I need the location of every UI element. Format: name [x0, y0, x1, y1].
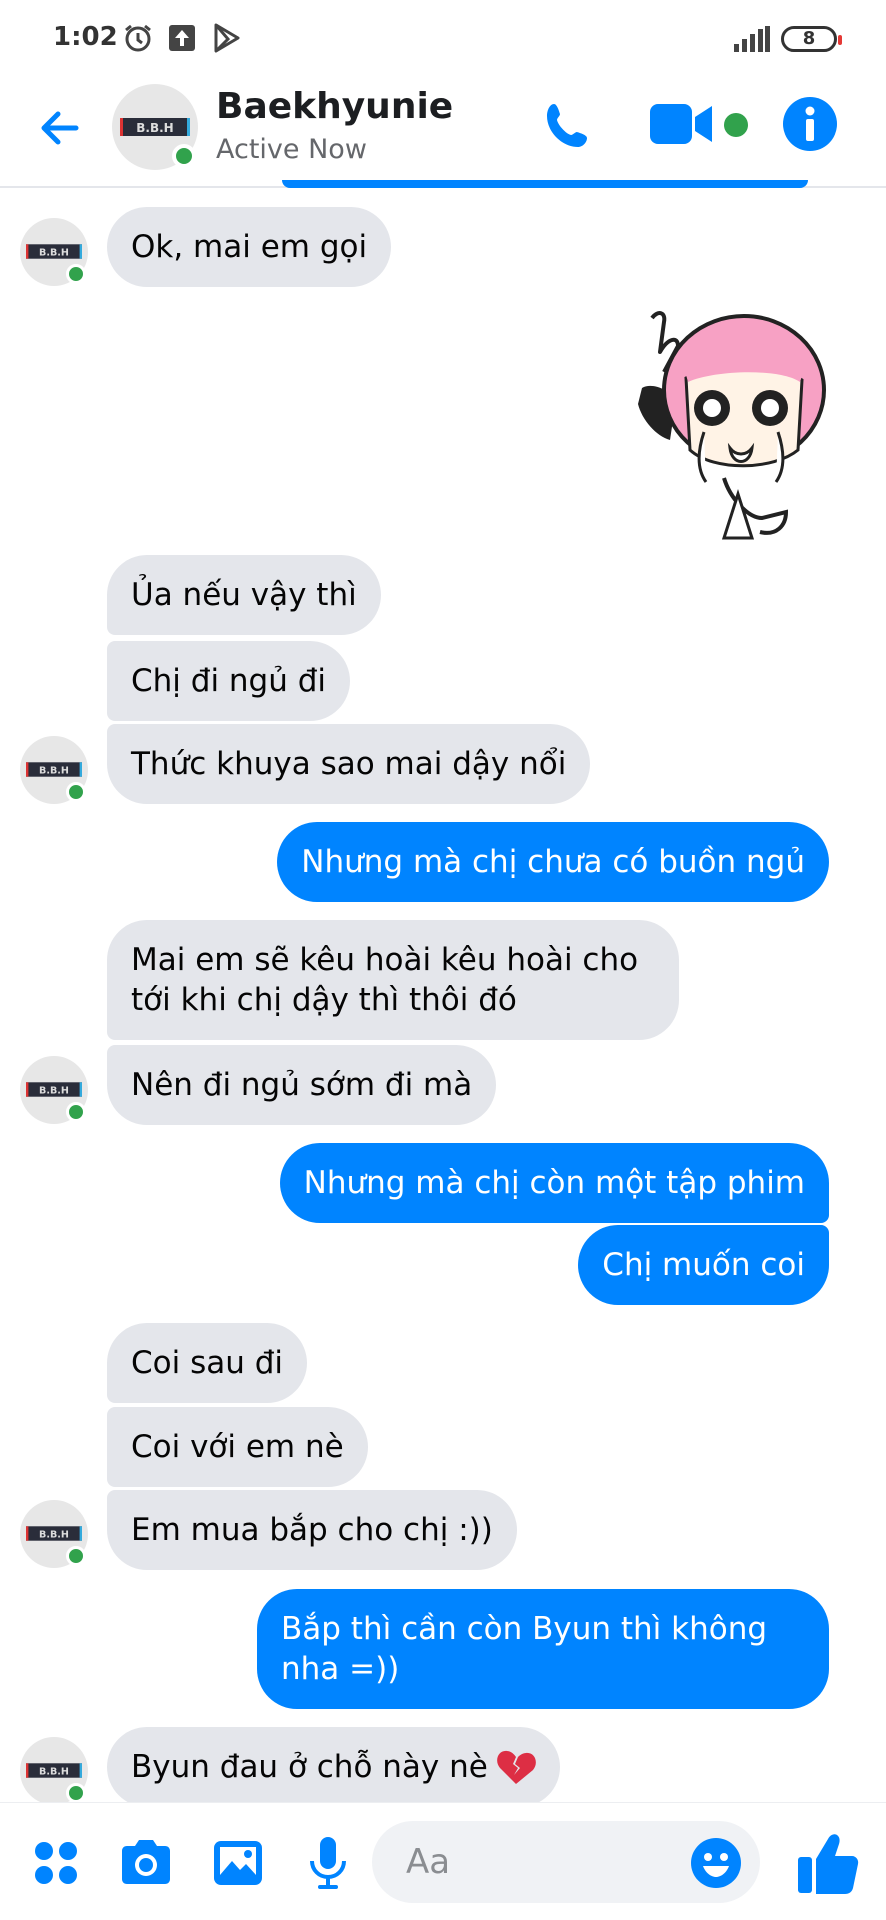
message-text: Coi sau đi [131, 1345, 284, 1381]
contact-name[interactable]: Baekhyunie [216, 86, 453, 127]
apps-icon[interactable] [26, 1833, 86, 1893]
avatar-logo-text: B.B.H [136, 121, 173, 135]
thumbs-up-icon[interactable] [796, 1829, 860, 1895]
phone-icon[interactable] [540, 98, 596, 154]
message-incoming[interactable]: Chị đi ngủ đi [107, 641, 351, 721]
message-incoming[interactable]: Ủa nếu vậy thì [107, 555, 381, 635]
message-text-line-1: Bắp thì cần còn Byun thì không [281, 1611, 768, 1647]
avatar-logo: B.B.H [26, 762, 82, 777]
video-camera-icon[interactable] [650, 100, 714, 148]
message-outgoing[interactable]: Bắp thì cần còn Byun thì không nha =)) [257, 1589, 829, 1709]
online-indicator [66, 1102, 86, 1122]
message-outgoing[interactable]: Nhưng mà chị chưa có buồn ngủ [277, 822, 829, 902]
image-icon[interactable] [208, 1833, 268, 1893]
svg-text:B.B.H: B.B.H [39, 1530, 69, 1541]
avatar-logo: B.B.H [26, 1763, 82, 1778]
message-text: Nhưng mà chị còn một tập phim [303, 1165, 805, 1201]
message-composer [0, 1802, 886, 1920]
play-store-icon [214, 23, 240, 53]
message-text: Nhưng mà chị chưa có buồn ngủ [301, 844, 805, 880]
avatar-logo: B.B.H [26, 1526, 82, 1541]
message-text: Mai em sẽ kêu hoài kêu hoài cho tới khi … [131, 940, 638, 1020]
message-text-line-2: nha =)) [281, 1651, 400, 1687]
message-text: Byun đau ở chỗ này nè [131, 1749, 488, 1785]
status-time: 1:02 [53, 22, 118, 52]
message-incoming[interactable]: Mai em sẽ kêu hoài kêu hoài cho tới khi … [107, 920, 679, 1040]
message-text-line-1: Mai em sẽ kêu hoài kêu hoài cho [131, 942, 639, 978]
message-incoming[interactable]: Coi sau đi [107, 1323, 308, 1403]
back-arrow-icon[interactable] [32, 100, 88, 156]
video-active-dot [724, 113, 748, 137]
message-text: Ủa nếu vậy thì [131, 577, 357, 613]
previous-message-edge [282, 180, 808, 188]
avatar-logo: B.B.H [26, 1082, 82, 1097]
message-text: Coi với em nè [131, 1429, 344, 1465]
avatar[interactable]: B.B.H [20, 218, 88, 286]
battery-indicator: 8 [781, 26, 842, 52]
avatar[interactable]: B.B.H [20, 1737, 88, 1805]
signal-icon [734, 26, 770, 52]
alarm-icon [125, 24, 151, 52]
message-text: Thức khuya sao mai dậy nổi [131, 746, 567, 782]
message-text: Chị muốn coi [602, 1247, 805, 1283]
svg-text:B.B.H: B.B.H [39, 1767, 69, 1778]
emoji-icon[interactable] [690, 1837, 742, 1889]
message-incoming[interactable]: Em mua bắp cho chị :)) [107, 1490, 517, 1570]
status-notification-icons [122, 22, 242, 54]
message-incoming[interactable]: Ok, mai em gọi [107, 207, 392, 287]
svg-text:B.B.H: B.B.H [39, 248, 69, 259]
online-indicator [66, 1546, 86, 1566]
message-text-line-2: tới khi chị dậy thì thôi đó [131, 982, 517, 1018]
online-indicator [172, 144, 196, 168]
broken-heart-icon [496, 1750, 536, 1784]
contact-active-status: Active Now [216, 134, 367, 165]
online-indicator [66, 782, 86, 802]
message-incoming[interactable]: Byun đau ở chỗ này nè [107, 1727, 560, 1807]
avatar[interactable]: B.B.H [20, 1500, 88, 1568]
message-incoming[interactable]: Nên đi ngủ sớm đi mà [107, 1045, 497, 1125]
message-text: Bắp thì cần còn Byun thì không nha =)) [281, 1609, 767, 1689]
message-text: Chị đi ngủ đi [131, 663, 327, 699]
avatar-logo: B.B.H [120, 118, 190, 136]
message-text: Nên đi ngủ sớm đi mà [131, 1067, 473, 1103]
upload-icon [169, 25, 195, 51]
microphone-icon[interactable] [298, 1833, 358, 1893]
svg-text:B.B.H: B.B.H [39, 766, 69, 777]
svg-text:B.B.H: B.B.H [39, 1086, 69, 1097]
online-indicator [66, 264, 86, 284]
message-text: Em mua bắp cho chị :)) [131, 1512, 493, 1548]
online-indicator [66, 1783, 86, 1803]
conversation-header: B.B.H Baekhyunie Active Now [0, 80, 886, 188]
message-text: Ok, mai em gọi [131, 229, 368, 265]
contact-avatar[interactable]: B.B.H [112, 84, 198, 170]
message-incoming[interactable]: Coi với em nè [107, 1407, 368, 1487]
avatar[interactable]: B.B.H [20, 1056, 88, 1124]
avatar[interactable]: B.B.H [20, 736, 88, 804]
info-icon[interactable] [782, 96, 838, 152]
message-outgoing[interactable]: Nhưng mà chị còn một tập phim [279, 1143, 829, 1223]
camera-icon[interactable] [116, 1833, 176, 1893]
status-bar: 1:02 8 [0, 0, 886, 80]
message-incoming[interactable]: Thức khuya sao mai dậy nổi [107, 724, 591, 804]
message-outgoing[interactable]: Chị muốn coi [578, 1225, 829, 1305]
avatar-logo: B.B.H [26, 244, 82, 259]
crying-girl-sticker[interactable] [612, 308, 827, 544]
